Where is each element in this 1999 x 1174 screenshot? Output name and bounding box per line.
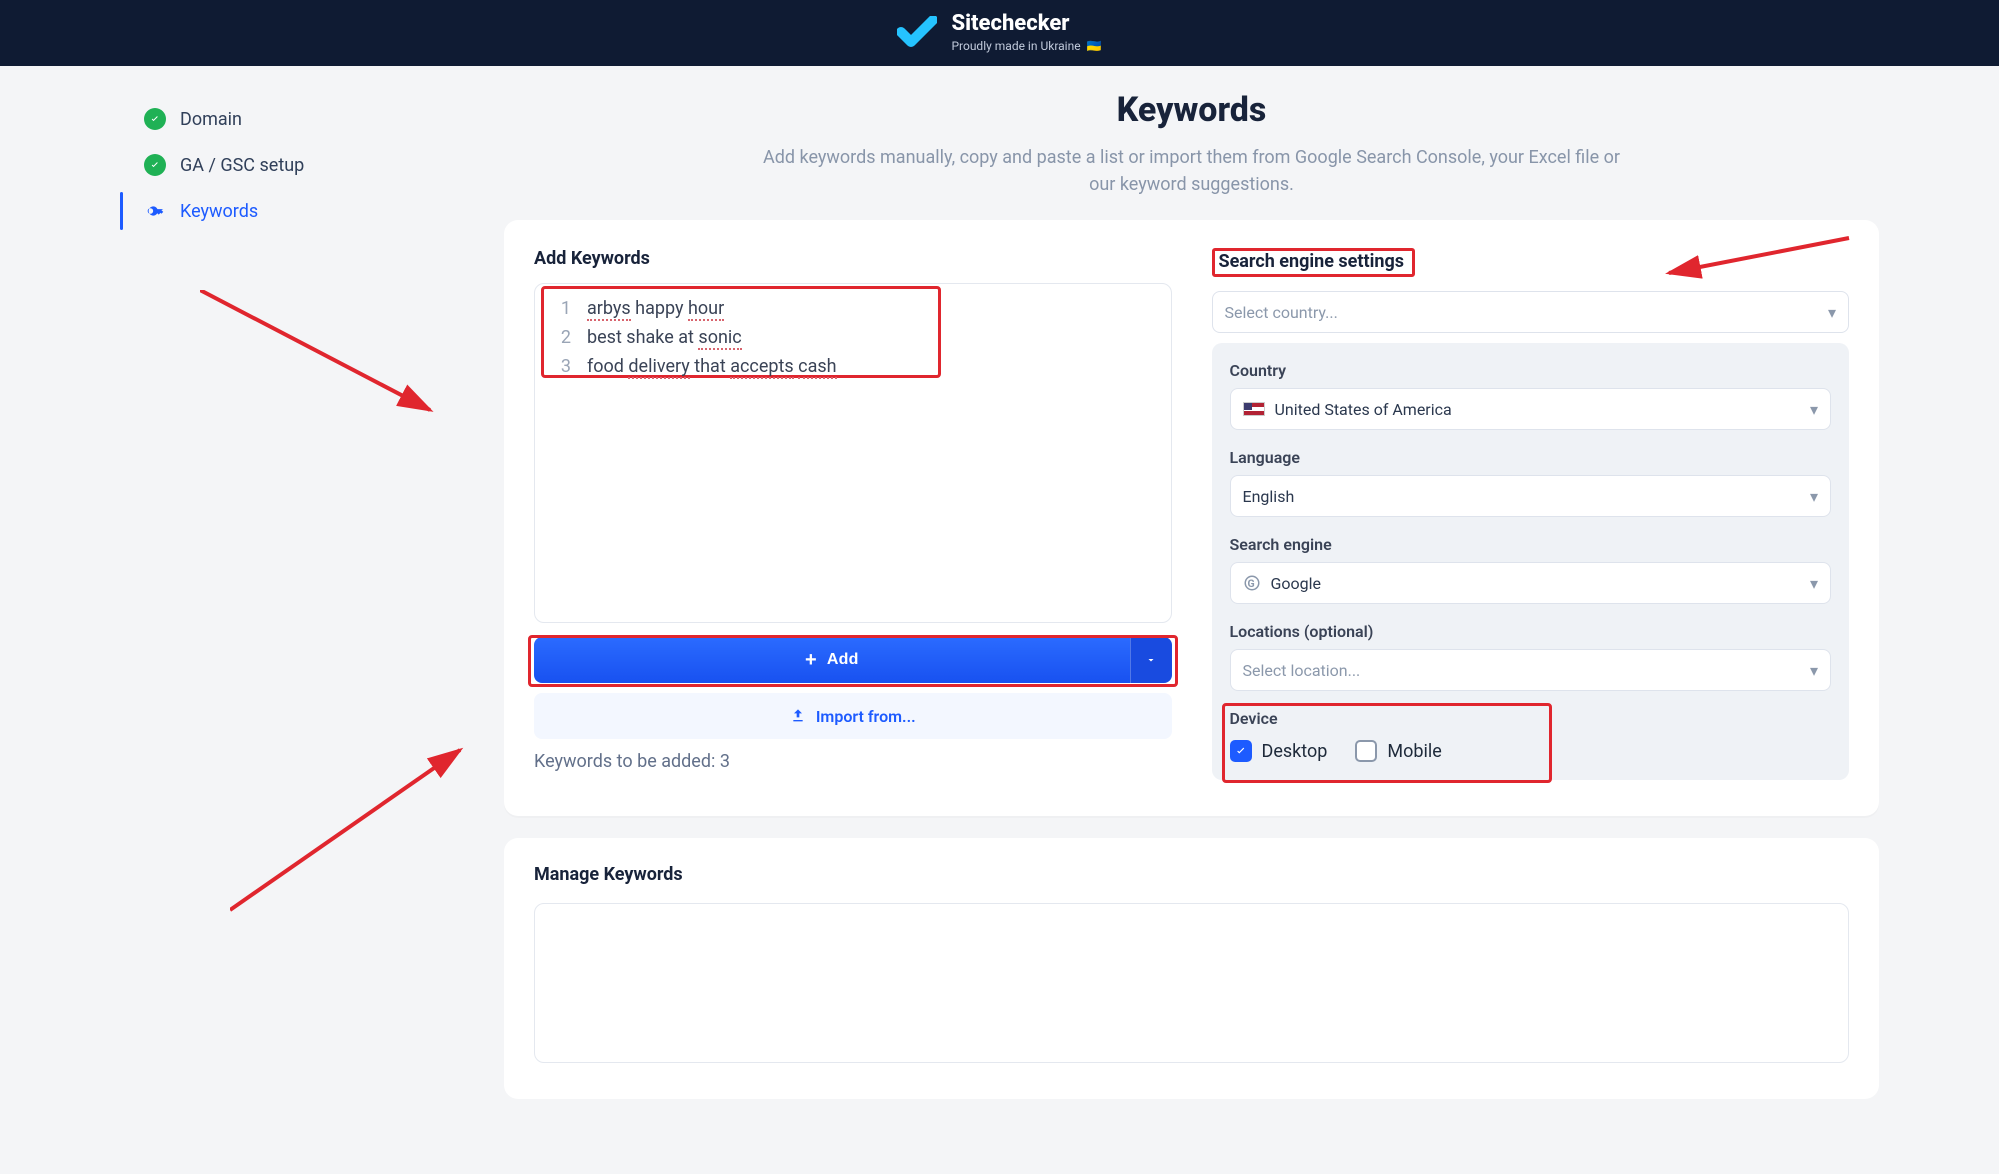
- add-keywords-title: Add Keywords: [534, 248, 1172, 269]
- chevron-down-icon: [1145, 654, 1157, 666]
- add-button[interactable]: + Add: [534, 637, 1130, 683]
- google-icon: G: [1243, 574, 1261, 592]
- search-engine-label: Search engine: [1230, 535, 1832, 554]
- add-dropdown-button[interactable]: [1130, 637, 1172, 683]
- manage-keywords-card: Manage Keywords: [504, 838, 1879, 1099]
- step-keywords[interactable]: Keywords: [120, 188, 480, 234]
- upload-icon: [790, 708, 806, 724]
- keyword-line: 2 best shake at sonic: [547, 323, 1159, 352]
- step-ga-gsc-label: GA / GSC setup: [180, 155, 304, 176]
- keyword-line: 1 arbys happy hour: [547, 294, 1159, 323]
- language-value: English: [1243, 487, 1295, 506]
- line-number: 2: [553, 327, 571, 348]
- chevron-down-icon: ▾: [1810, 400, 1818, 419]
- annotation-arrow-1: [200, 290, 480, 470]
- brand-title: Sitechecker: [951, 13, 1101, 35]
- manage-keywords-empty: [534, 903, 1849, 1063]
- keywords-card: Add Keywords 1 arbys happy hour 2 best s…: [504, 220, 1879, 816]
- main: Keywords Add keywords manually, copy and…: [504, 90, 1879, 1099]
- desktop-checkbox[interactable]: Desktop: [1230, 740, 1328, 762]
- search-settings-col: Search engine settings Select country...…: [1212, 248, 1850, 780]
- manage-keywords-title: Manage Keywords: [534, 864, 1849, 885]
- annotation-highlight-title: Search engine settings: [1212, 248, 1415, 277]
- search-engine-value: Google: [1271, 574, 1322, 593]
- page-subtitle: Add keywords manually, copy and paste a …: [752, 144, 1632, 198]
- country-filter-select[interactable]: Select country... ▾: [1212, 291, 1850, 333]
- language-select[interactable]: English ▾: [1230, 475, 1832, 517]
- keyword-line: 3 food delivery that accepts cash: [547, 352, 1159, 381]
- checkbox-unchecked-icon: [1355, 740, 1377, 762]
- page-title: Keywords: [504, 90, 1879, 130]
- keywords-textarea[interactable]: 1 arbys happy hour 2 best shake at sonic…: [534, 283, 1172, 623]
- svg-text:G: G: [1247, 577, 1254, 590]
- chevron-down-icon: ▾: [1828, 303, 1836, 322]
- check-circle-icon: [144, 108, 166, 130]
- language-label: Language: [1230, 448, 1832, 467]
- add-button-label: Add: [827, 651, 859, 669]
- step-domain-label: Domain: [180, 109, 242, 130]
- mobile-checkbox[interactable]: Mobile: [1355, 740, 1441, 762]
- locations-label: Locations (optional): [1230, 622, 1832, 641]
- search-engine-settings-title: Search engine settings: [1212, 248, 1850, 277]
- keywords-to-be-added: Keywords to be added: 3: [534, 751, 1172, 772]
- country-select[interactable]: United States of America ▾: [1230, 388, 1832, 430]
- desktop-label: Desktop: [1262, 741, 1328, 762]
- steps-sidebar: Domain GA / GSC setup Keywords: [120, 90, 480, 1099]
- brand-subtitle-text: Proudly made in Ukraine: [951, 39, 1080, 53]
- check-circle-icon: [144, 154, 166, 176]
- step-domain[interactable]: Domain: [120, 96, 480, 142]
- line-number: 3: [553, 356, 571, 377]
- brand: Sitechecker Proudly made in Ukraine 🇺🇦: [897, 13, 1101, 53]
- locations-placeholder: Select location...: [1243, 661, 1361, 680]
- checkbox-checked-icon: [1230, 740, 1252, 762]
- country-value: United States of America: [1275, 400, 1452, 419]
- chevron-down-icon: ▾: [1810, 487, 1818, 506]
- mobile-label: Mobile: [1387, 741, 1441, 762]
- country-label: Country: [1230, 361, 1832, 380]
- plus-icon: +: [805, 650, 817, 670]
- annotation-arrow-2: [230, 700, 510, 920]
- brand-subtitle: Proudly made in Ukraine 🇺🇦: [951, 39, 1101, 53]
- topbar: Sitechecker Proudly made in Ukraine 🇺🇦: [0, 0, 1999, 66]
- chevron-down-icon: ▾: [1810, 574, 1818, 593]
- locations-select[interactable]: Select location... ▾: [1230, 649, 1832, 691]
- add-keywords-col: Add Keywords 1 arbys happy hour 2 best s…: [534, 248, 1172, 780]
- country-filter-placeholder: Select country...: [1225, 303, 1338, 322]
- search-engine-select[interactable]: G Google ▾: [1230, 562, 1832, 604]
- ukraine-flag-icon: 🇺🇦: [1087, 39, 1102, 53]
- brand-logo-icon: [897, 16, 937, 50]
- device-label: Device: [1230, 709, 1832, 728]
- line-number: 1: [553, 298, 571, 319]
- key-icon: [144, 200, 166, 222]
- step-ga-gsc[interactable]: GA / GSC setup: [120, 142, 480, 188]
- step-keywords-label: Keywords: [180, 201, 258, 222]
- settings-panel: Country United States of America ▾ Langu…: [1212, 343, 1850, 780]
- import-button-label: Import from...: [816, 707, 916, 726]
- import-button[interactable]: Import from...: [534, 693, 1172, 739]
- us-flag-icon: [1243, 402, 1265, 416]
- chevron-down-icon: ▾: [1810, 661, 1818, 680]
